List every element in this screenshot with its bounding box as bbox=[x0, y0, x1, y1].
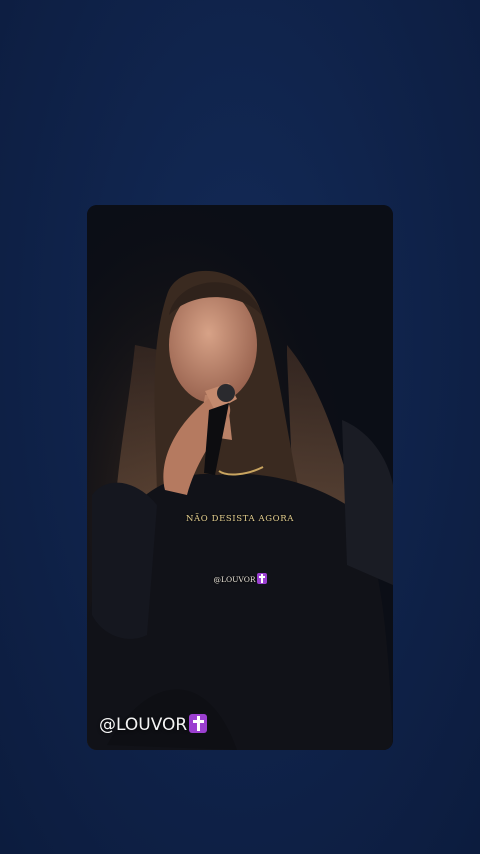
lyric-caption: NÃO DESISTA AGORA bbox=[186, 514, 294, 524]
video-frame[interactable]: NÃO DESISTA AGORA @LOUVOR @LOUVOR bbox=[87, 205, 393, 750]
channel-watermark: @LOUVOR bbox=[99, 714, 208, 735]
cross-icon bbox=[256, 573, 267, 584]
page-background: NÃO DESISTA AGORA @LOUVOR @LOUVOR bbox=[0, 0, 480, 854]
small-watermark: @LOUVOR bbox=[87, 573, 393, 584]
channel-watermark-text: @LOUVOR bbox=[99, 715, 188, 735]
small-watermark-text: @LOUVOR bbox=[213, 575, 256, 584]
singer-photo bbox=[87, 205, 393, 750]
cross-icon bbox=[189, 714, 208, 733]
